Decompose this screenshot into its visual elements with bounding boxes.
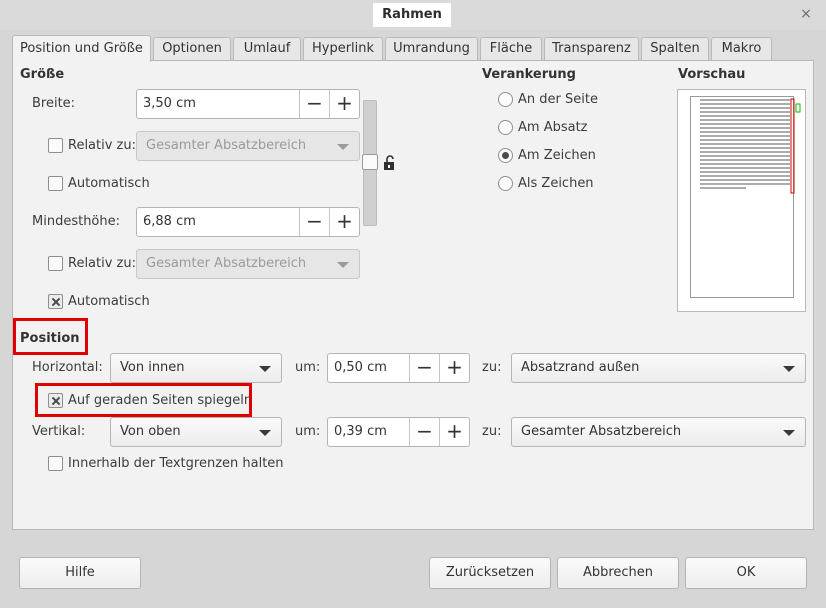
anchor-char-radio[interactable] [498,148,513,163]
width-increment-button[interactable]: + [329,90,359,118]
width-decrement-button[interactable]: − [299,90,329,118]
anchor-page-label: An der Seite [518,92,598,107]
horizontal-to-select[interactable]: Absatzrand außen [511,353,806,383]
position-title-highlight [13,318,88,355]
width-relative-select: Gesamter Absatzbereich [136,131,360,161]
minheight-increment-button[interactable]: + [329,208,359,236]
height-relative-select: Gesamter Absatzbereich [136,249,360,279]
anchor-as-char-radio[interactable] [498,176,513,191]
ok-button[interactable]: OK [685,557,807,589]
anchor-paragraph-label: Am Absatz [518,120,588,135]
size-section-title: Größe [20,67,65,82]
tab-spalten[interactable]: Spalten [641,37,709,61]
chevron-down-icon [337,144,349,150]
keep-inside-checkbox[interactable] [48,456,63,471]
tab-flaeche[interactable]: Fläche [480,37,542,61]
horizontal-to-value: Absatzrand außen [521,360,640,375]
vertical-by-spinbox: 0,39 cm − + [327,417,470,447]
unlock-icon[interactable] [383,155,397,171]
vertical-select[interactable]: Von oben [110,417,282,447]
title-bar: Rahmen × [0,0,826,30]
tab-optionen[interactable]: Optionen [153,37,231,61]
mirror-highlight [35,383,252,417]
minheight-decrement-button[interactable]: − [299,208,329,236]
chevron-down-icon [337,262,349,268]
horizontal-select[interactable]: Von innen [110,353,282,383]
width-relative-label: Relativ zu: [68,138,137,153]
anchor-char-label: Am Zeichen [518,148,596,163]
cancel-button[interactable]: Abbrechen [557,557,679,589]
horizontal-label: Horizontal: [32,360,103,375]
height-automatic-checkbox[interactable] [48,294,63,309]
anchor-section-title: Verankerung [482,67,576,82]
vertical-to-value: Gesamter Absatzbereich [521,424,682,439]
horizontal-by-decrement-button[interactable]: − [409,354,439,382]
help-button[interactable]: Hilfe [19,557,141,589]
vertical-value: Von oben [120,424,181,439]
close-icon[interactable]: × [796,4,816,24]
vertical-by-increment-button[interactable]: + [439,418,469,446]
width-automatic-label: Automatisch [68,176,150,191]
width-relative-value: Gesamter Absatzbereich [146,138,307,153]
chevron-down-icon [783,430,795,436]
vertical-by-input[interactable]: 0,39 cm [328,418,409,446]
width-spinbox: 3,50 cm − + [136,89,360,119]
tab-bar: Position und Größe Optionen Umlauf Hyper… [12,35,812,62]
chevron-down-icon [259,366,271,372]
horizontal-by-input[interactable]: 0,50 cm [328,354,409,382]
anchor-as-char-label: Als Zeichen [518,176,594,191]
height-relative-value: Gesamter Absatzbereich [146,256,307,271]
dialog-window: Rahmen × Position und Größe Optionen Uml… [0,0,826,608]
width-input[interactable]: 3,50 cm [137,90,299,118]
horizontal-value: Von innen [120,360,185,375]
tab-hyperlink[interactable]: Hyperlink [303,37,383,61]
chevron-down-icon [259,430,271,436]
vertical-label: Vertikal: [32,424,86,439]
minheight-spinbox: 6,88 cm − + [136,207,360,237]
keep-inside-label: Innerhalb der Textgrenzen halten [68,456,284,471]
window-title: Rahmen [373,3,451,27]
horizontal-to-label: zu: [482,360,502,375]
preview-section-title: Vorschau [678,67,746,82]
tab-makro[interactable]: Makro [711,37,772,61]
horizontal-by-increment-button[interactable]: + [439,354,469,382]
width-relative-checkbox[interactable] [48,138,63,153]
keep-ratio-handle[interactable] [362,154,378,170]
chevron-down-icon [783,366,795,372]
vertical-to-select[interactable]: Gesamter Absatzbereich [511,417,806,447]
reset-button[interactable]: Zurücksetzen [429,557,551,589]
vertical-by-label: um: [295,424,321,439]
tab-umlauf[interactable]: Umlauf [233,37,301,61]
minheight-input[interactable]: 6,88 cm [137,208,299,236]
height-relative-label: Relativ zu: [68,256,137,271]
vertical-to-label: zu: [482,424,502,439]
vertical-by-decrement-button[interactable]: − [409,418,439,446]
anchor-page-radio[interactable] [498,92,513,107]
tab-transparenz[interactable]: Transparenz [544,37,639,61]
height-automatic-label: Automatisch [68,294,150,309]
tab-position-und-groesse[interactable]: Position und Größe [12,35,151,62]
height-relative-checkbox[interactable] [48,256,63,271]
preview-text-lines [700,98,801,194]
width-label: Breite: [32,96,76,111]
width-automatic-checkbox[interactable] [48,176,63,191]
horizontal-by-label: um: [295,360,321,375]
horizontal-by-spinbox: 0,50 cm − + [327,353,470,383]
minheight-label: Mindesthöhe: [32,214,120,229]
anchor-paragraph-radio[interactable] [498,120,513,135]
tab-umrandung[interactable]: Umrandung [385,37,478,61]
